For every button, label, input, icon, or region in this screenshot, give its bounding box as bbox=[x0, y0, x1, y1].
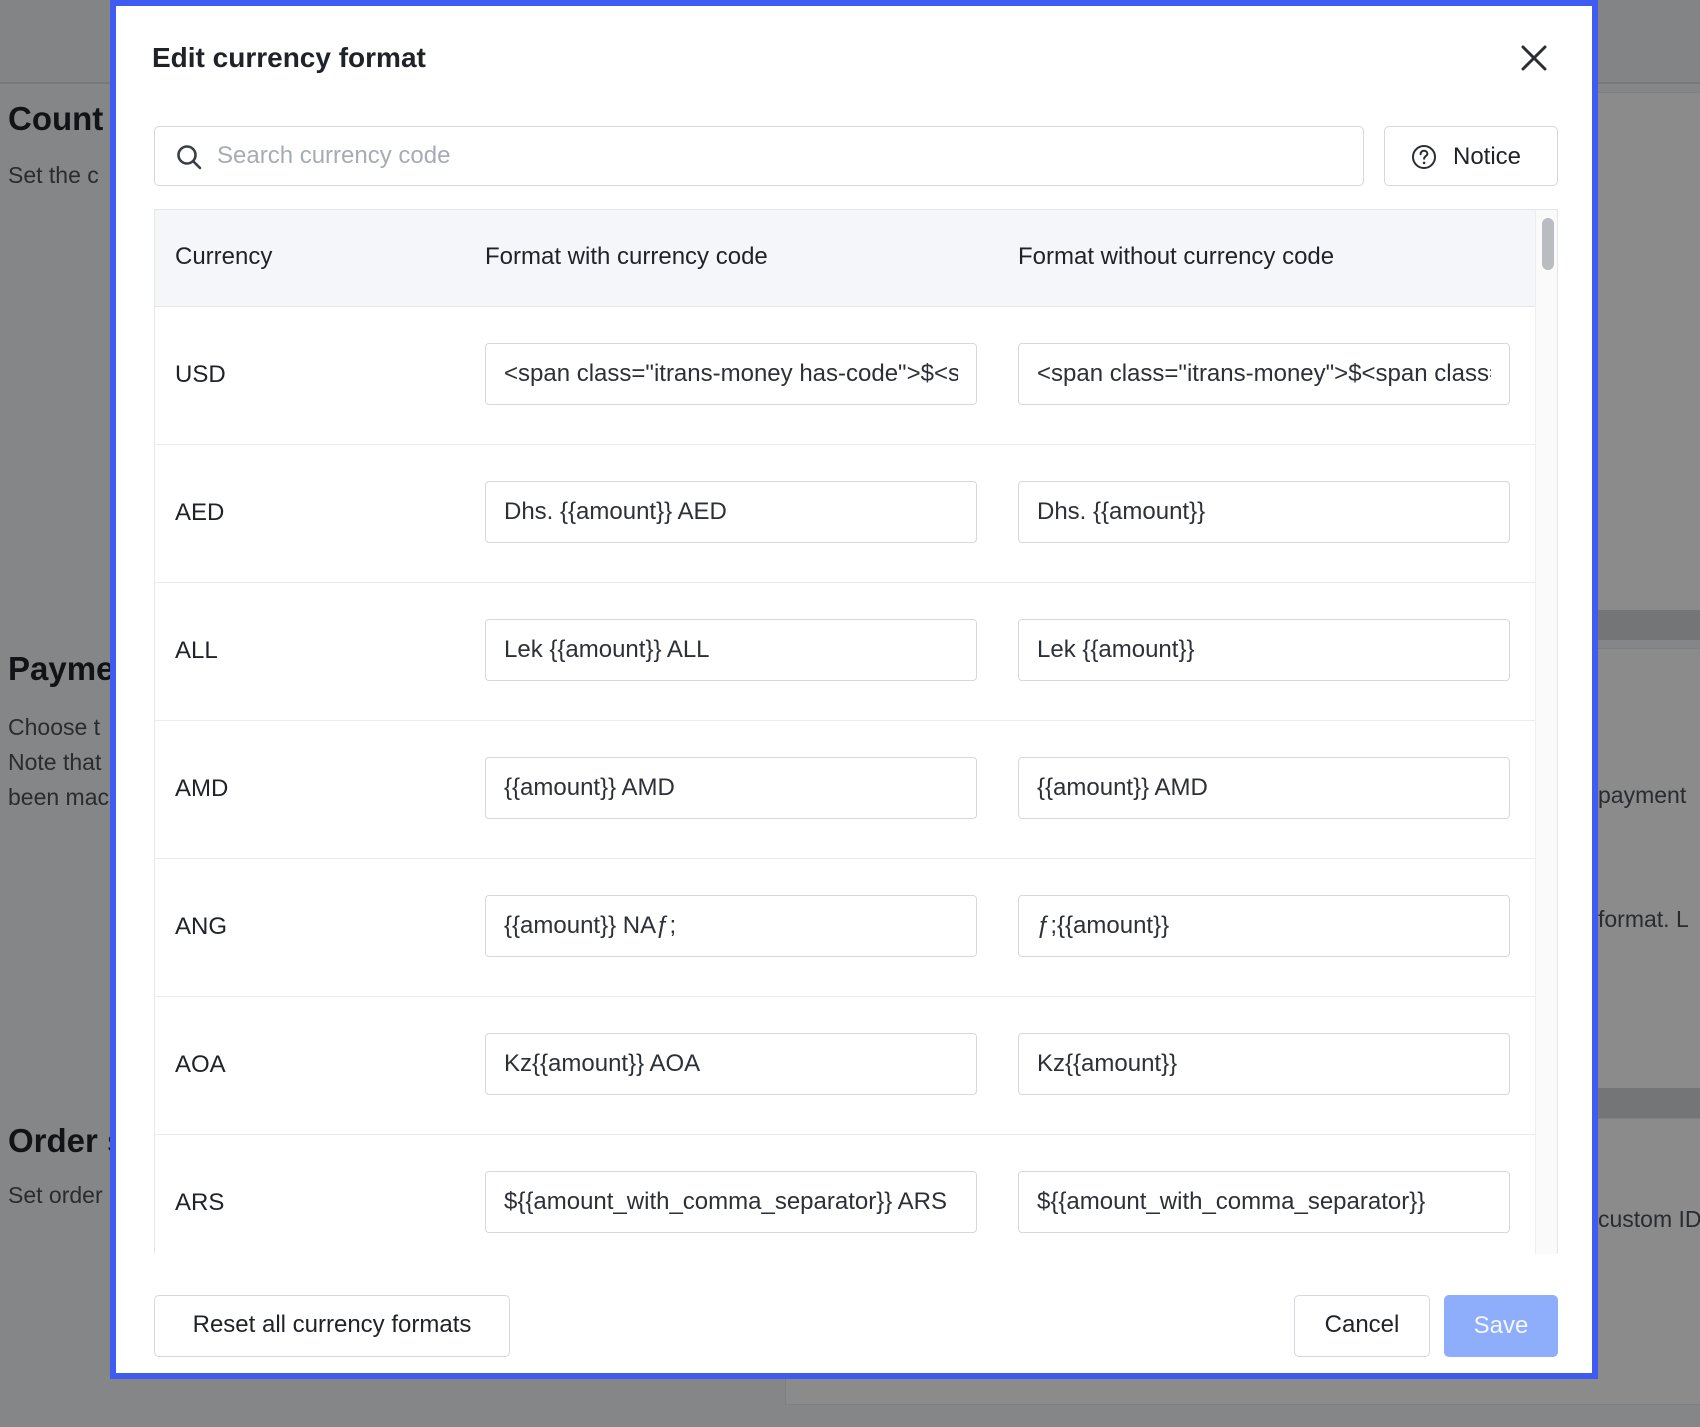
format-without-code-input[interactable] bbox=[1019, 482, 1509, 542]
format-without-code-input[interactable] bbox=[1019, 1034, 1509, 1094]
reset-all-formats-button[interactable]: Reset all currency formats bbox=[154, 1295, 510, 1357]
format-with-code-input[interactable] bbox=[486, 620, 976, 680]
currency-code: AED bbox=[175, 499, 225, 526]
format-without-code-field[interactable] bbox=[1018, 757, 1510, 819]
table-row: AOA bbox=[155, 996, 1535, 1135]
format-without-code-field[interactable] bbox=[1018, 1033, 1510, 1095]
dialog-title: Edit currency format bbox=[152, 42, 426, 73]
format-with-code-input[interactable] bbox=[486, 344, 976, 404]
format-without-code-input[interactable] bbox=[1019, 758, 1509, 818]
table-row: AMD bbox=[155, 720, 1535, 859]
currency-code: ARS bbox=[175, 1189, 225, 1216]
format-without-code-input[interactable] bbox=[1019, 896, 1509, 956]
format-without-code-field[interactable] bbox=[1018, 343, 1510, 405]
format-without-code-field[interactable] bbox=[1018, 1171, 1510, 1233]
cancel-button[interactable]: Cancel bbox=[1294, 1295, 1430, 1357]
table-row: ARS bbox=[155, 1134, 1535, 1254]
column-header-without-code: Format without currency code bbox=[1018, 243, 1335, 270]
format-without-code-field[interactable] bbox=[1018, 895, 1510, 957]
table-header: Currency Format with currency code Forma… bbox=[155, 210, 1535, 307]
table-row: ALL bbox=[155, 582, 1535, 721]
currency-code: USD bbox=[175, 361, 226, 388]
format-without-code-field[interactable] bbox=[1018, 481, 1510, 543]
format-with-code-field[interactable] bbox=[485, 481, 977, 543]
search-icon bbox=[177, 145, 202, 170]
format-without-code-input[interactable] bbox=[1019, 620, 1509, 680]
format-with-code-field[interactable] bbox=[485, 757, 977, 819]
format-with-code-input[interactable] bbox=[486, 1034, 976, 1094]
notice-label: Notice bbox=[1453, 143, 1522, 170]
format-with-code-input[interactable] bbox=[486, 896, 976, 956]
format-with-code-field[interactable] bbox=[485, 619, 977, 681]
close-button[interactable] bbox=[1512, 36, 1556, 80]
column-header-with-code: Format with currency code bbox=[485, 243, 768, 270]
format-with-code-input[interactable] bbox=[486, 482, 976, 542]
format-with-code-input[interactable] bbox=[486, 758, 976, 818]
currency-code: AMD bbox=[175, 775, 229, 802]
format-without-code-field[interactable] bbox=[1018, 619, 1510, 681]
edit-currency-format-dialog: Edit currency format Notice Currency For… bbox=[110, 0, 1598, 1379]
currency-format-table: Currency Format with currency code Forma… bbox=[154, 209, 1558, 1254]
help-circle-icon bbox=[1412, 145, 1436, 169]
close-icon bbox=[1521, 45, 1547, 71]
currency-code: AOA bbox=[175, 1051, 226, 1078]
format-without-code-input[interactable] bbox=[1019, 1172, 1509, 1232]
format-with-code-field[interactable] bbox=[485, 1033, 977, 1095]
format-with-code-field[interactable] bbox=[485, 343, 977, 405]
currency-code: ANG bbox=[175, 913, 228, 940]
table-row: USD bbox=[155, 306, 1535, 445]
search-input[interactable] bbox=[215, 135, 1349, 177]
table-row: AED bbox=[155, 444, 1535, 583]
format-with-code-field[interactable] bbox=[485, 895, 977, 957]
currency-code: ALL bbox=[175, 637, 218, 664]
notice-button[interactable]: Notice bbox=[1384, 126, 1558, 186]
scrollbar-thumb[interactable] bbox=[1542, 218, 1554, 270]
format-with-code-field[interactable] bbox=[485, 1171, 977, 1233]
table-row: ANG bbox=[155, 858, 1535, 997]
format-without-code-input[interactable] bbox=[1019, 344, 1509, 404]
column-header-currency: Currency bbox=[175, 243, 273, 270]
table-scrollbar[interactable] bbox=[1535, 210, 1557, 1254]
format-with-code-input[interactable] bbox=[486, 1172, 976, 1232]
save-button[interactable]: Save bbox=[1444, 1295, 1558, 1357]
search-field[interactable] bbox=[154, 126, 1364, 186]
